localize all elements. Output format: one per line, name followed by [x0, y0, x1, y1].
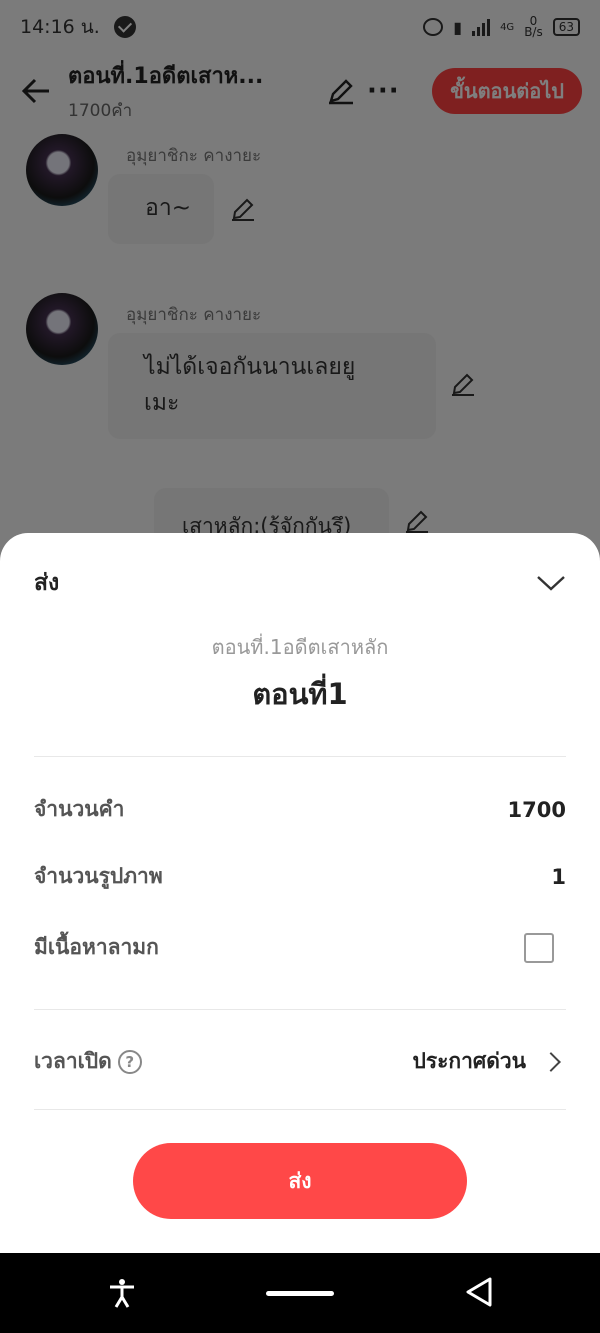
chevron-down-icon[interactable]	[536, 573, 566, 593]
sheet-title: ส่ง	[34, 570, 60, 596]
episode-title-subtitle: ตอนที่.1อดีตเสาหลัก	[211, 635, 389, 659]
image-count-label: จำนวนรูปภาพ	[34, 864, 163, 888]
divider	[34, 1109, 566, 1110]
open-time-selector[interactable]: ประกาศด่วน	[412, 1045, 566, 1078]
submit-sheet: ส่ง ตอนที่.1อดีตเสาหลัก ตอนที่1 จำนวนคำ …	[0, 533, 600, 1253]
send-button[interactable]: ส่ง	[133, 1143, 467, 1219]
word-count-row: จำนวนคำ 1700	[34, 793, 566, 826]
chevron-right-icon	[541, 1051, 561, 1072]
help-icon[interactable]: ?	[117, 1050, 142, 1074]
open-time-value: ประกาศด่วน	[412, 1049, 526, 1073]
open-time-row[interactable]: เวลาเปิด? ประกาศด่วน	[34, 1045, 566, 1078]
divider	[34, 1009, 566, 1010]
episode-name: ตอนที่1	[252, 677, 348, 711]
word-count-label: จำนวนคำ	[34, 797, 125, 821]
divider	[34, 756, 566, 757]
system-nav-bar	[0, 1253, 600, 1333]
adult-content-label: มีเนื้อหาลามก	[34, 935, 159, 959]
open-time-text: เวลาเปิด	[34, 1049, 112, 1073]
image-count-row: จำนวนรูปภาพ 1	[34, 860, 566, 893]
adult-content-checkbox[interactable]	[524, 932, 554, 963]
word-count-value: 1700	[507, 797, 566, 822]
adult-content-row: มีเนื้อหาลามก	[34, 931, 566, 964]
image-count-value: 1	[551, 864, 566, 889]
home-bar[interactable]	[266, 1291, 334, 1296]
sheet-header: ส่ง	[34, 565, 566, 601]
accessibility-icon[interactable]	[106, 1277, 138, 1309]
back-triangle-icon[interactable]	[462, 1275, 496, 1309]
open-time-label: เวลาเปิด?	[34, 1045, 142, 1078]
